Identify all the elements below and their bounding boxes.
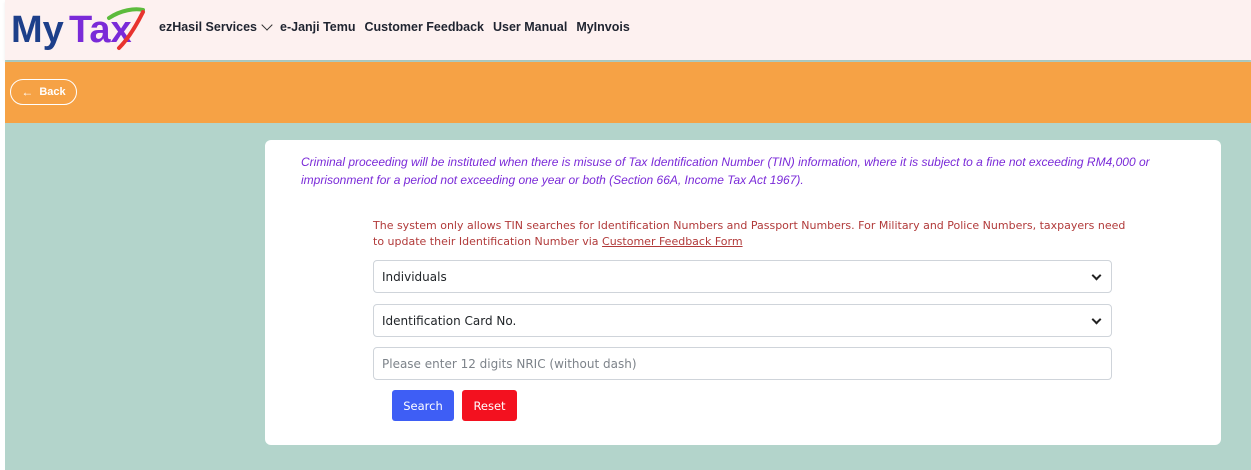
logo-my-text: My	[11, 9, 64, 51]
nric-input-wrapper	[373, 347, 1112, 380]
chevron-down-icon	[261, 19, 273, 31]
mytax-logo-graphic: My Tax	[11, 7, 145, 51]
nav-myinvois[interactable]: MyInvois	[576, 20, 630, 34]
arrow-left-icon: ←	[21, 85, 34, 99]
legal-warning-text: Criminal proceeding will be instituted w…	[301, 155, 1150, 187]
nav-e-janji-temu[interactable]: e-Janji Temu	[280, 20, 355, 34]
top-navbar: My Tax ezHasil Services e-Janji Temu Cus…	[5, 0, 1251, 60]
main-nav: ezHasil Services e-Janji Temu Customer F…	[159, 19, 639, 34]
nav-user-manual[interactable]: User Manual	[493, 20, 567, 34]
customer-feedback-form-link[interactable]: Customer Feedback Form	[602, 235, 743, 248]
reset-button[interactable]: Reset	[462, 390, 517, 421]
header-bar	[5, 62, 1251, 123]
id-type-select[interactable]: Identification Card No.	[373, 304, 1112, 337]
id-type-value: Identification Card No.	[382, 313, 517, 328]
mytax-logo[interactable]: My Tax	[9, 4, 149, 54]
nav-label: ezHasil Services	[159, 20, 257, 34]
notice-text: The system only allows TIN searches for …	[373, 219, 1126, 248]
chevron-down-icon	[1091, 314, 1102, 325]
search-notice: The system only allows TIN searches for …	[373, 218, 1133, 250]
taxpayer-type-select[interactable]: Individuals	[373, 260, 1112, 293]
back-label: Back	[39, 86, 66, 98]
tin-search-card: Criminal proceeding will be instituted w…	[265, 140, 1221, 445]
taxpayer-type-value: Individuals	[382, 269, 447, 284]
chevron-down-icon	[1091, 270, 1102, 281]
nric-input[interactable]	[382, 356, 1111, 371]
search-button[interactable]: Search	[392, 390, 454, 421]
nav-customer-feedback[interactable]: Customer Feedback	[364, 20, 483, 34]
back-button[interactable]: ← Back	[10, 79, 77, 105]
nav-ezhasil-services[interactable]: ezHasil Services	[159, 19, 273, 34]
